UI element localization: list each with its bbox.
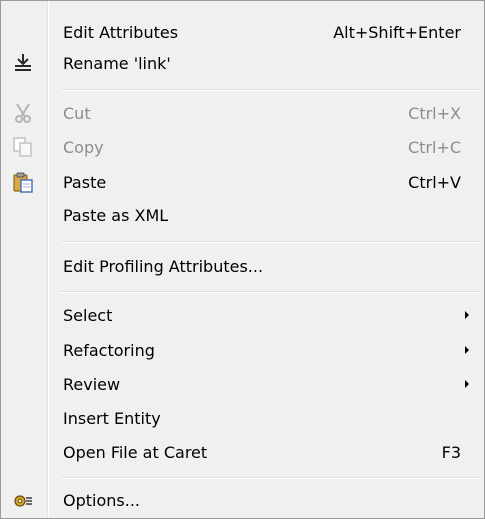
submenu-arrow-icon bbox=[465, 311, 469, 319]
menu-item-paste-as-xml[interactable]: Paste as XML bbox=[1, 200, 484, 230]
menu-item-copy[interactable]: Copy Ctrl+C bbox=[1, 132, 484, 162]
rename-icon bbox=[12, 52, 34, 74]
menu-item-label: Edit Profiling Attributes... bbox=[63, 257, 264, 276]
menu-item-cut[interactable]: Cut Ctrl+X bbox=[1, 98, 484, 128]
menu-item-shortcut: Ctrl+X bbox=[408, 104, 461, 123]
menu-item-review[interactable]: Review bbox=[1, 369, 484, 399]
menu-item-edit-attributes[interactable]: Edit Attributes Alt+Shift+Enter bbox=[1, 17, 484, 47]
menu-item-open-file-at-caret[interactable]: Open File at Caret F3 bbox=[1, 437, 484, 467]
menu-item-select[interactable]: Select bbox=[1, 300, 484, 330]
submenu-arrow-icon bbox=[465, 380, 469, 388]
submenu-arrow-icon bbox=[465, 346, 469, 354]
clipboard-icon bbox=[12, 171, 34, 193]
menu-item-paste[interactable]: Paste Ctrl+V bbox=[1, 167, 484, 197]
menu-item-shortcut: Ctrl+C bbox=[407, 138, 461, 157]
menu-item-rename[interactable]: Rename 'link' bbox=[1, 48, 484, 78]
menu-item-options[interactable]: Options... bbox=[1, 485, 484, 515]
menu-item-label: Select bbox=[63, 306, 113, 325]
menu-item-label: Refactoring bbox=[63, 341, 155, 360]
gear-icon bbox=[12, 489, 34, 511]
menu-item-label: Review bbox=[63, 375, 121, 394]
menu-separator bbox=[61, 477, 480, 479]
context-menu: Edit Attributes Alt+Shift+Enter Rename '… bbox=[0, 0, 485, 519]
copy-icon bbox=[12, 136, 34, 158]
menu-item-shortcut: Alt+Shift+Enter bbox=[333, 23, 461, 42]
menu-item-label: Edit Attributes bbox=[63, 23, 179, 42]
menu-item-label: Options... bbox=[63, 491, 140, 510]
menu-item-shortcut: F3 bbox=[441, 443, 461, 462]
menu-item-label: Insert Entity bbox=[63, 409, 161, 428]
menu-item-refactoring[interactable]: Refactoring bbox=[1, 335, 484, 365]
menu-item-label: Copy bbox=[63, 138, 104, 157]
menu-item-insert-entity[interactable]: Insert Entity bbox=[1, 403, 484, 433]
menu-item-edit-profiling-attributes[interactable]: Edit Profiling Attributes... bbox=[1, 251, 484, 281]
menu-item-label: Paste as XML bbox=[63, 206, 169, 225]
menu-separator bbox=[61, 241, 480, 243]
menu-item-shortcut: Ctrl+V bbox=[408, 173, 461, 192]
scissors-icon bbox=[12, 102, 34, 124]
menu-item-label: Paste bbox=[63, 173, 107, 192]
menu-separator bbox=[61, 89, 480, 91]
menu-item-label: Rename 'link' bbox=[63, 54, 171, 73]
menu-separator bbox=[61, 291, 480, 293]
menu-item-label: Cut bbox=[63, 104, 91, 123]
menu-item-label: Open File at Caret bbox=[63, 443, 208, 462]
